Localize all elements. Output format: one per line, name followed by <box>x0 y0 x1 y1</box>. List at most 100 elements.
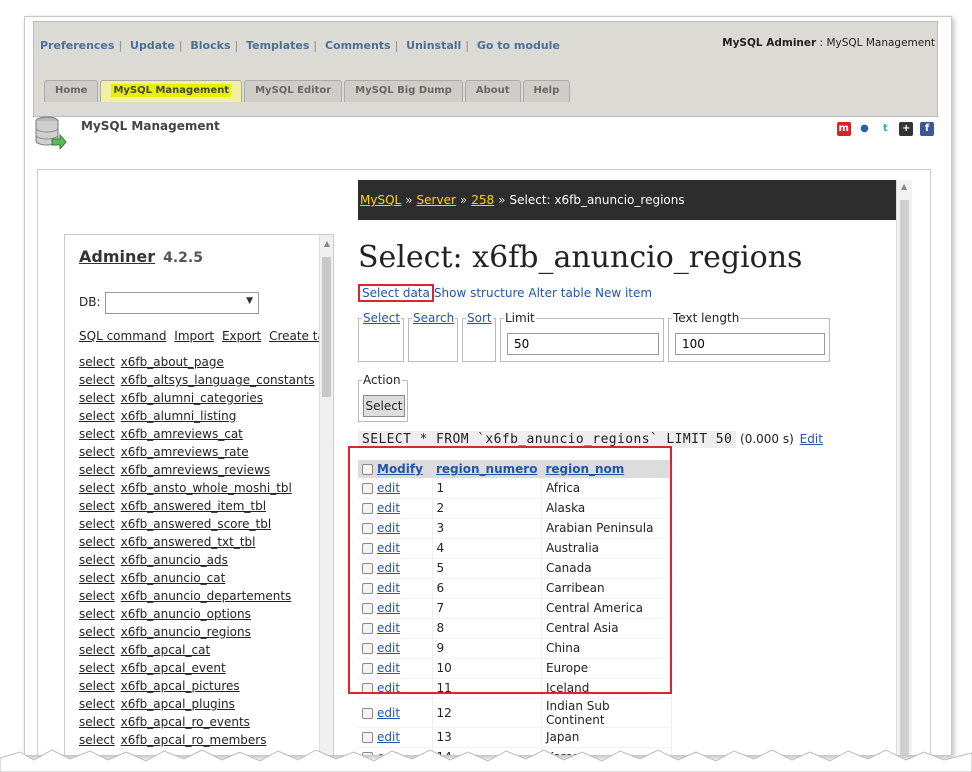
select-table-link[interactable]: select <box>79 517 115 531</box>
select-table-link[interactable]: select <box>79 373 115 387</box>
link-comments[interactable]: Comments <box>325 39 391 52</box>
table-name-link[interactable]: x6fb_anuncio_ads <box>121 553 228 567</box>
table-name-link[interactable]: x6fb_apcal_ro_events <box>121 715 250 729</box>
link-uninstall[interactable]: Uninstall <box>406 39 461 52</box>
link-templates[interactable]: Templates <box>246 39 309 52</box>
twitter-icon[interactable]: t <box>878 121 893 136</box>
select-table-link[interactable]: select <box>79 553 115 567</box>
breadcrumb-server[interactable]: Server <box>417 193 456 207</box>
msn-icon[interactable]: ● <box>857 121 872 136</box>
myspace-icon[interactable]: m <box>836 121 851 136</box>
table-name-link[interactable]: x6fb_ansto_whole_moshi_tbl <box>121 481 292 495</box>
addthis-icon[interactable]: + <box>899 121 914 136</box>
alter-table-link[interactable]: Alter table <box>528 286 591 300</box>
db-select[interactable]: ▼ <box>105 292 259 314</box>
sidebar-scrollbar[interactable]: ▲ <box>319 235 333 755</box>
select-table-link[interactable]: select <box>79 355 115 369</box>
facebook-icon[interactable]: f <box>920 121 934 136</box>
main-scroll-thumb[interactable] <box>900 200 909 755</box>
scroll-up-icon[interactable]: ▲ <box>901 182 907 191</box>
select-table-link[interactable]: select <box>79 697 115 711</box>
brand-name: MySQL Adminer <box>722 37 817 49</box>
table-name-link[interactable]: x6fb_anuncio_regions <box>121 625 251 639</box>
sort-link[interactable]: Sort <box>466 311 493 325</box>
select-table-link[interactable]: select <box>79 463 115 477</box>
edit-query-link[interactable]: Edit <box>800 432 823 446</box>
new-item-link[interactable]: New item <box>595 286 652 300</box>
tab-mysql-big-dump[interactable]: MySQL Big Dump <box>344 80 463 102</box>
table-name-link[interactable]: x6fb_about_page <box>121 355 224 369</box>
edit-row-link[interactable]: edit <box>377 706 400 720</box>
select-table-link[interactable]: select <box>79 427 115 441</box>
scroll-up-icon[interactable]: ▲ <box>324 239 330 248</box>
table-name-link[interactable]: x6fb_answered_score_tbl <box>121 517 272 531</box>
table-name-link[interactable]: x6fb_answered_item_tbl <box>121 499 266 513</box>
table-name-link[interactable]: x6fb_alumni_listing <box>121 409 237 423</box>
import-link[interactable]: Import <box>174 329 214 343</box>
header-band: Preferences | Update | Blocks | Templates | … <box>33 21 938 117</box>
select-table-link[interactable]: select <box>79 679 115 693</box>
table-name-link[interactable]: x6fb_altsys_language_constants <box>121 373 315 387</box>
text-length-input[interactable] <box>675 333 825 355</box>
select-table-link[interactable]: select <box>79 625 115 639</box>
sql-command-link[interactable]: SQL command <box>79 329 166 343</box>
select-submit-button[interactable]: Select <box>363 395 405 417</box>
top-links: Preferences | Update | Blocks | Templates | … <box>40 39 560 52</box>
tab-help[interactable]: Help <box>522 80 571 102</box>
select-columns-link[interactable]: Select <box>362 311 402 325</box>
link-go-to-module[interactable]: Go to module <box>477 39 560 52</box>
table-name-link[interactable]: x6fb_anuncio_departements <box>121 589 292 603</box>
select-data-link[interactable]: Select data <box>358 284 434 302</box>
select-table-link[interactable]: select <box>79 571 115 585</box>
table-name-link[interactable]: x6fb_amreviews_reviews <box>121 463 271 477</box>
table-name-link[interactable]: x6fb_amreviews_rate <box>121 445 249 459</box>
table-list: select x6fb_about_page select x6fb_altsys_l… <box>79 353 315 749</box>
select-table-link[interactable]: select <box>79 535 115 549</box>
main-scrollbar[interactable]: ▲ <box>896 180 912 755</box>
select-table-link[interactable]: select <box>79 499 115 513</box>
link-preferences[interactable]: Preferences <box>40 39 114 52</box>
select-table-link[interactable]: select <box>79 445 115 459</box>
table-name-link[interactable]: x6fb_apcal_plugins <box>121 697 235 711</box>
search-link[interactable]: Search <box>412 311 456 325</box>
table-name-link[interactable]: x6fb_apcal_event <box>121 661 226 675</box>
sidebar-scroll-thumb[interactable] <box>322 257 331 397</box>
select-table-link[interactable]: select <box>79 409 115 423</box>
breadcrumb-mysql[interactable]: MySQL <box>360 193 401 207</box>
tab-mysql-editor[interactable]: MySQL Editor <box>244 80 343 102</box>
table-name-link[interactable]: x6fb_anuncio_options <box>121 607 251 621</box>
list-item: select x6fb_about_page <box>79 353 315 371</box>
table-name-link[interactable]: x6fb_amreviews_cat <box>121 427 243 441</box>
row-checkbox[interactable] <box>362 732 373 743</box>
list-item: select x6fb_amreviews_cat <box>79 425 315 443</box>
select-table-link[interactable]: select <box>79 661 115 675</box>
tab-home[interactable]: Home <box>44 80 99 102</box>
limit-input[interactable] <box>507 333 659 355</box>
adminer-logo[interactable]: Adminer 4.2.5 <box>79 247 203 266</box>
tab-mysql-management[interactable]: MySQL Management <box>100 80 243 102</box>
export-link[interactable]: Export <box>222 329 261 343</box>
table-name-link[interactable]: x6fb_alumni_categories <box>121 391 263 405</box>
select-table-link[interactable]: select <box>79 481 115 495</box>
show-structure-link[interactable]: Show structure <box>434 286 525 300</box>
select-table-link[interactable]: select <box>79 391 115 405</box>
create-table-link[interactable]: Create ta <box>269 329 325 343</box>
database-icon <box>35 116 67 149</box>
brand-module: MySQL Management <box>826 37 935 49</box>
link-update[interactable]: Update <box>130 39 175 52</box>
link-blocks[interactable]: Blocks <box>190 39 230 52</box>
db-label: DB: <box>79 295 101 309</box>
row-checkbox[interactable] <box>362 707 373 719</box>
select-table-link[interactable]: select <box>79 589 115 603</box>
edit-row-link[interactable]: edit <box>377 730 400 744</box>
select-table-link[interactable]: select <box>79 607 115 621</box>
select-table-link[interactable]: select <box>79 643 115 657</box>
table-name-link[interactable]: x6fb_apcal_pictures <box>121 679 240 693</box>
table-name-link[interactable]: x6fb_anuncio_cat <box>121 571 226 585</box>
table-name-link[interactable]: x6fb_apcal_cat <box>121 643 211 657</box>
select-table-link[interactable]: select <box>79 715 115 729</box>
table-name-link[interactable]: x6fb_answered_txt_tbl <box>121 535 256 549</box>
region-numero-cell: 12 <box>432 698 542 728</box>
breadcrumb-db[interactable]: 258 <box>471 193 494 207</box>
tab-about[interactable]: About <box>464 80 521 102</box>
